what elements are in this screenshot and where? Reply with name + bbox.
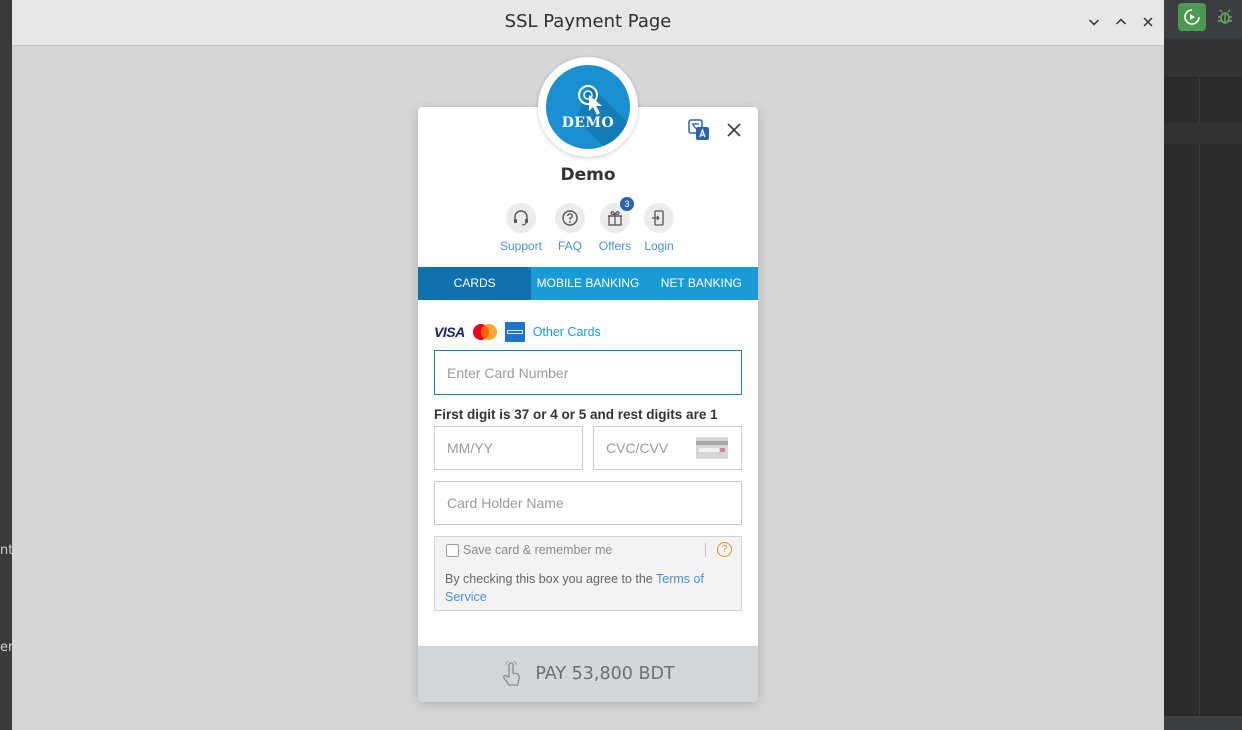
cvc-input[interactable]: CVC/CVV: [593, 426, 742, 470]
pay-button[interactable]: PAY 53,800 BDT: [418, 646, 758, 702]
amex-icon: [504, 322, 525, 342]
card-number-input[interactable]: Enter Card Number: [434, 350, 742, 395]
expiry-input[interactable]: MM/YY: [434, 426, 583, 470]
card-back-icon: [696, 437, 728, 459]
background-left-panel: [0, 0, 12, 730]
support-link[interactable]: Support: [493, 203, 549, 253]
language-button[interactable]: [688, 119, 710, 141]
translate-icon: [688, 119, 709, 140]
run-icon: [1184, 9, 1200, 25]
window-title: SSL Payment Page: [504, 11, 672, 32]
cursor-click-icon: [576, 85, 630, 149]
tab-mobile-banking[interactable]: MOBILE BANKING: [531, 267, 644, 300]
gift-icon: 3: [600, 197, 634, 233]
login-link[interactable]: Login: [631, 203, 687, 253]
ide-divider: [1199, 78, 1200, 730]
close-button[interactable]: [724, 120, 744, 140]
login-label: Login: [644, 239, 674, 253]
cvc-placeholder: CVC/CVV: [606, 440, 669, 456]
other-cards-link[interactable]: Other Cards: [533, 325, 601, 339]
ide-statusbar: [1164, 716, 1242, 730]
payment-card: DEMO Demo Support FAQ 3 Offers Login CAR…: [418, 57, 758, 702]
payment-window: SSL Payment Page DEMO Demo Support FAQ 3…: [12, 0, 1164, 730]
ide-tab-strip: [1164, 38, 1242, 78]
window-close-button[interactable]: [1138, 12, 1158, 32]
ide-highlighted-line: [1164, 122, 1242, 144]
tab-cards[interactable]: CARDS: [418, 267, 532, 300]
card-holder-input[interactable]: Card Holder Name: [434, 481, 742, 525]
save-card-checkbox[interactable]: [446, 544, 459, 557]
merchant-logo: DEMO: [546, 65, 630, 149]
background-ide-panel: [1164, 0, 1242, 730]
merchant-logo-text: DEMO: [561, 115, 615, 131]
question-icon: [555, 203, 585, 233]
merchant-name: Demo: [560, 165, 616, 185]
mastercard-icon: [472, 324, 497, 340]
close-icon: [1143, 17, 1153, 27]
tab-net-banking[interactable]: NET BANKING: [645, 267, 758, 300]
visa-logo: VISA: [434, 324, 465, 340]
chevron-up-icon: [1115, 18, 1127, 25]
divider: [705, 543, 706, 557]
pay-label: PAY 53,800 BDT: [535, 664, 675, 684]
chevron-down-icon: [1088, 19, 1100, 26]
window-titlebar: SSL Payment Page: [12, 0, 1164, 46]
agreement-text: By checking this box you agree to the Te…: [445, 570, 735, 606]
save-card-label: Save card & remember me: [463, 543, 613, 557]
support-label: Support: [499, 239, 543, 253]
tap-hand-icon: [503, 661, 521, 686]
maximize-button[interactable]: [1111, 12, 1131, 32]
run-button[interactable]: [1178, 3, 1206, 31]
agreement-text-body: By checking this box you agree to the: [445, 572, 657, 586]
debug-button[interactable]: [1214, 6, 1236, 28]
help-icon[interactable]: ?: [717, 542, 732, 557]
minimize-button[interactable]: [1084, 12, 1104, 32]
card-brands: VISA Other Cards: [434, 321, 601, 343]
merchant-logo-ring: DEMO: [538, 57, 638, 157]
card-number-hint: First digit is 37 or 4 or 5 and rest dig…: [434, 407, 718, 422]
payment-method-tabs: CARDS MOBILE BANKING NET BANKING: [418, 267, 758, 300]
close-icon: [727, 123, 741, 137]
login-icon: [644, 203, 674, 233]
ide-toolbar: [1164, 0, 1242, 38]
headset-icon: [506, 203, 536, 233]
save-card-box: Save card & remember me ? By checking th…: [434, 536, 742, 611]
bug-icon: [1218, 9, 1232, 24]
